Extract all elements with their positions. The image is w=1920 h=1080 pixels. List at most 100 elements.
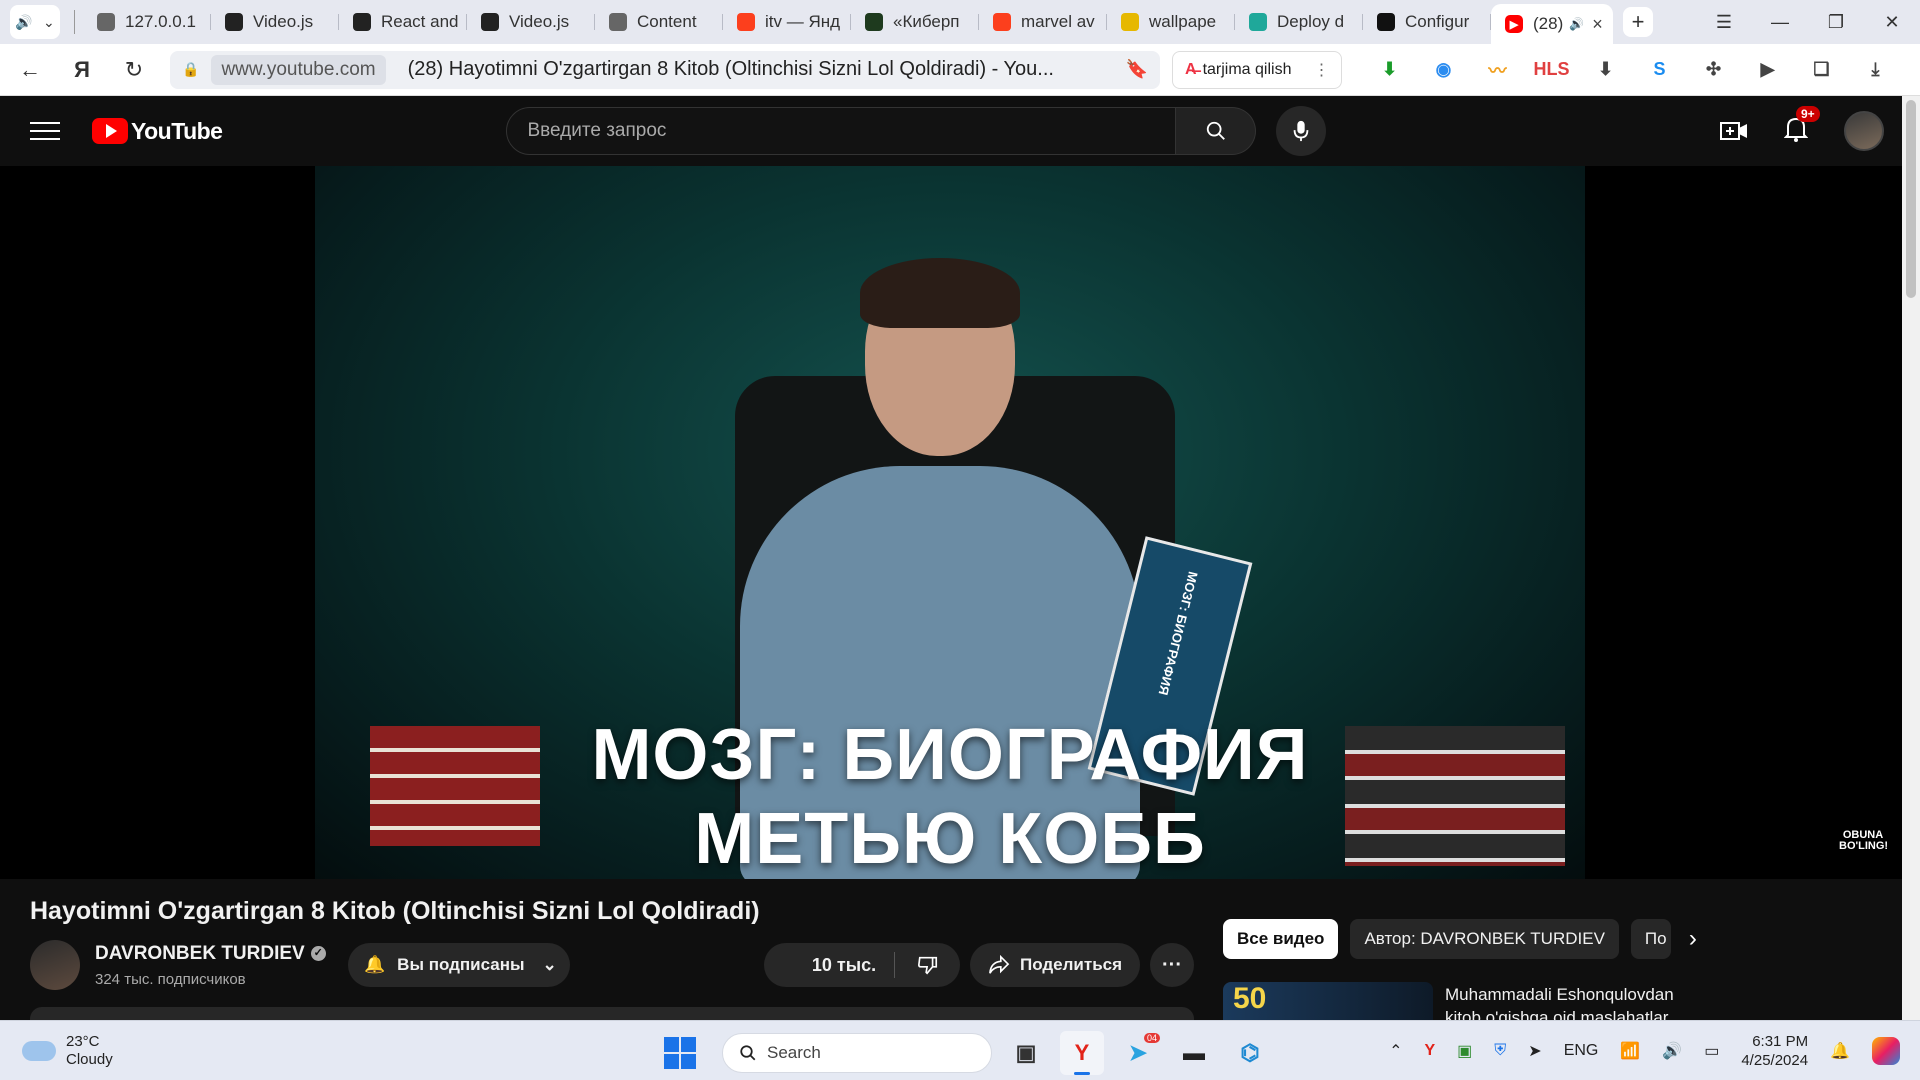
notification-bell-icon[interactable]: 🔔 [1830, 1041, 1850, 1061]
channel-name-row[interactable]: DAVRONBEK TURDIEV ✓ [95, 943, 326, 965]
tab-label: (28) [1533, 14, 1564, 33]
yandex-browser-icon[interactable]: Y [1060, 1031, 1104, 1075]
browser-tab[interactable]: 127.0.0.1 [83, 5, 211, 39]
recommendation-title[interactable]: Muhammadali Eshonqulovdan kitob o'qishga… [1445, 983, 1685, 1020]
reload-button[interactable]: ↻ [112, 48, 156, 92]
tray-nvidia-icon[interactable]: ▣ [1457, 1041, 1472, 1061]
task-view-icon[interactable]: ▣ [1004, 1031, 1048, 1075]
filter-chip[interactable]: Автор: DAVRONBEK TURDIEV [1350, 919, 1619, 959]
verified-icon: ✓ [310, 946, 326, 962]
tab-youtube-active[interactable]: ▶ (28) 🔊 × [1491, 4, 1613, 44]
videojs-icon [225, 13, 243, 31]
battery-icon[interactable]: ▭ [1704, 1041, 1719, 1061]
back-button[interactable]: ← [8, 48, 52, 92]
download-icon[interactable]: ⬇ [1588, 53, 1622, 87]
browser-tab[interactable]: itv — Янд [723, 5, 851, 39]
tray-yandex-icon[interactable]: Y [1424, 1042, 1435, 1060]
menu-icon[interactable] [30, 122, 60, 140]
search-button[interactable] [1176, 107, 1257, 155]
more-vertical-icon[interactable]: ⋮ [1313, 60, 1329, 80]
recommendation-thumbnail[interactable]: 50 [1223, 982, 1433, 1020]
puzzle-icon[interactable]: ✣ [1696, 53, 1730, 87]
tab-audio-icon[interactable]: 🔊 [1569, 17, 1584, 31]
notifications-button[interactable]: 9+ [1783, 105, 1820, 147]
collections-icon[interactable]: ❏ [1804, 53, 1838, 87]
shazam-icon[interactable]: S [1642, 53, 1676, 87]
download-green-icon[interactable]: ⬇ [1372, 53, 1406, 87]
back-arrow-icon: ← [19, 56, 41, 82]
browser-tab[interactable]: wallpape [1107, 5, 1235, 39]
book-cover-text: МОЗГ: БИОГРАФИЯ [1155, 570, 1201, 697]
channel-avatar[interactable] [30, 940, 80, 990]
browser-tab[interactable]: Configur [1363, 5, 1491, 39]
hls-icon[interactable]: HLS [1533, 53, 1569, 87]
weather-widget[interactable]: 23°C Cloudy [22, 1033, 113, 1069]
video-title: Hayotimni O'zgartirgan 8 Kitob (Oltinchi… [30, 897, 760, 925]
chevron-right-icon[interactable]: › [1689, 925, 1697, 953]
tray-telegram-icon[interactable]: ➤ [1528, 1041, 1541, 1061]
chevron-down-icon[interactable]: ⌄ [43, 14, 55, 31]
browser-tab[interactable]: React and [339, 5, 467, 39]
wifi-icon[interactable]: 📶 [1620, 1041, 1640, 1061]
tab-audio-control[interactable]: 🔊 ⌄ [10, 5, 60, 39]
tray-defender-icon[interactable]: ⛨ [1494, 1042, 1506, 1060]
media-play-icon[interactable]: ▶ [1750, 53, 1784, 87]
video-frame[interactable]: МОЗГ: БИОГРАФИЯ МОЗГ: БИОГРАФИЯ МЕТЬЮ КО… [315, 166, 1585, 879]
browser-tab[interactable]: Content [595, 5, 723, 39]
speaker-icon[interactable]: 🔊 [15, 14, 32, 31]
more-actions-button[interactable]: ··· [1150, 943, 1194, 987]
tab-close-icon[interactable]: × [1592, 14, 1603, 35]
dislike-button[interactable] [895, 954, 960, 976]
share-icon [989, 955, 1010, 974]
channel-name[interactable]: DAVRONBEK TURDIEV [95, 943, 305, 964]
url-field[interactable]: 🔒 www.youtube.com (28) Hayotimni O'zgart… [170, 50, 1160, 89]
video-player[interactable]: МОЗГ: БИОГРАФИЯ МОЗГ: БИОГРАФИЯ МЕТЬЮ КО… [0, 166, 1902, 879]
url-domain[interactable]: www.youtube.com [211, 54, 386, 85]
page-scrollbar[interactable] [1902, 96, 1920, 1020]
browser-tab[interactable]: «Киберп [851, 5, 979, 39]
language-indicator[interactable]: ENG [1564, 1042, 1599, 1060]
browser-ext-icon[interactable]: ◉ [1426, 53, 1460, 87]
tab-label: marvel av [1021, 12, 1095, 31]
create-video-icon[interactable] [1720, 119, 1748, 143]
clock[interactable]: 6:31 PM 4/25/2024 [1741, 1032, 1808, 1070]
like-button[interactable]: 10 тыс. [764, 955, 894, 976]
vscode-icon[interactable]: ⌬ [1228, 1031, 1272, 1075]
tray-overflow-icon[interactable]: ⌃ [1389, 1041, 1402, 1061]
bookmark-icon[interactable]: 🔖 [1126, 59, 1148, 80]
tab-label: itv — Янд [765, 12, 841, 31]
share-button[interactable]: Поделиться [970, 943, 1140, 987]
youtube-logo[interactable]: YouTube [92, 118, 223, 145]
terminal-icon[interactable]: ▬ [1172, 1031, 1216, 1075]
copilot-icon[interactable] [1872, 1036, 1900, 1065]
doc-icon [97, 13, 115, 31]
scrollbar-thumb[interactable] [1906, 100, 1916, 298]
close-window-icon[interactable]: ✕ [1864, 12, 1920, 33]
browser-tab[interactable]: Video.js [467, 5, 595, 39]
subscribed-button[interactable]: 🔔 Вы подписаны ⌄ [348, 943, 570, 987]
taskbar-apps: Search ▣ Y ➤ 04 ▬ ⌬ [664, 1031, 1272, 1075]
lock-icon[interactable]: 🔒 [182, 61, 199, 78]
minimize-icon[interactable]: — [1752, 12, 1808, 33]
search-input[interactable]: Введите запрос [506, 107, 1177, 155]
channel-watermark[interactable]: OBUNA BO'LING! [1839, 830, 1888, 852]
browser-tab[interactable]: Deploy d [1235, 5, 1363, 39]
browser-tab[interactable]: marvel av [979, 5, 1107, 39]
audio-wave-icon[interactable]: 〰 [1480, 53, 1514, 87]
telegram-icon[interactable]: ➤ 04 [1116, 1031, 1160, 1075]
windows-start-icon[interactable] [664, 1037, 696, 1069]
yandex-icon [993, 13, 1011, 31]
tab-menu-icon[interactable]: ☰ [1696, 12, 1752, 33]
browser-tab[interactable]: Video.js [211, 5, 339, 39]
new-tab-button[interactable]: + [1623, 7, 1653, 37]
taskbar-search[interactable]: Search [722, 1033, 992, 1073]
volume-icon[interactable]: 🔊 [1662, 1041, 1682, 1061]
voice-search-button[interactable] [1276, 106, 1327, 156]
downloads-tray-icon[interactable]: ⤓ [1858, 53, 1892, 87]
translate-button[interactable]: A̶ tarjima qilish ⋮ [1172, 50, 1343, 89]
yandex-home-button[interactable]: Я [60, 48, 104, 92]
filter-chip[interactable]: Все видео [1223, 919, 1339, 959]
restore-icon[interactable]: ❐ [1808, 12, 1864, 33]
filter-chip[interactable]: По [1630, 919, 1671, 959]
account-avatar[interactable] [1844, 111, 1884, 151]
